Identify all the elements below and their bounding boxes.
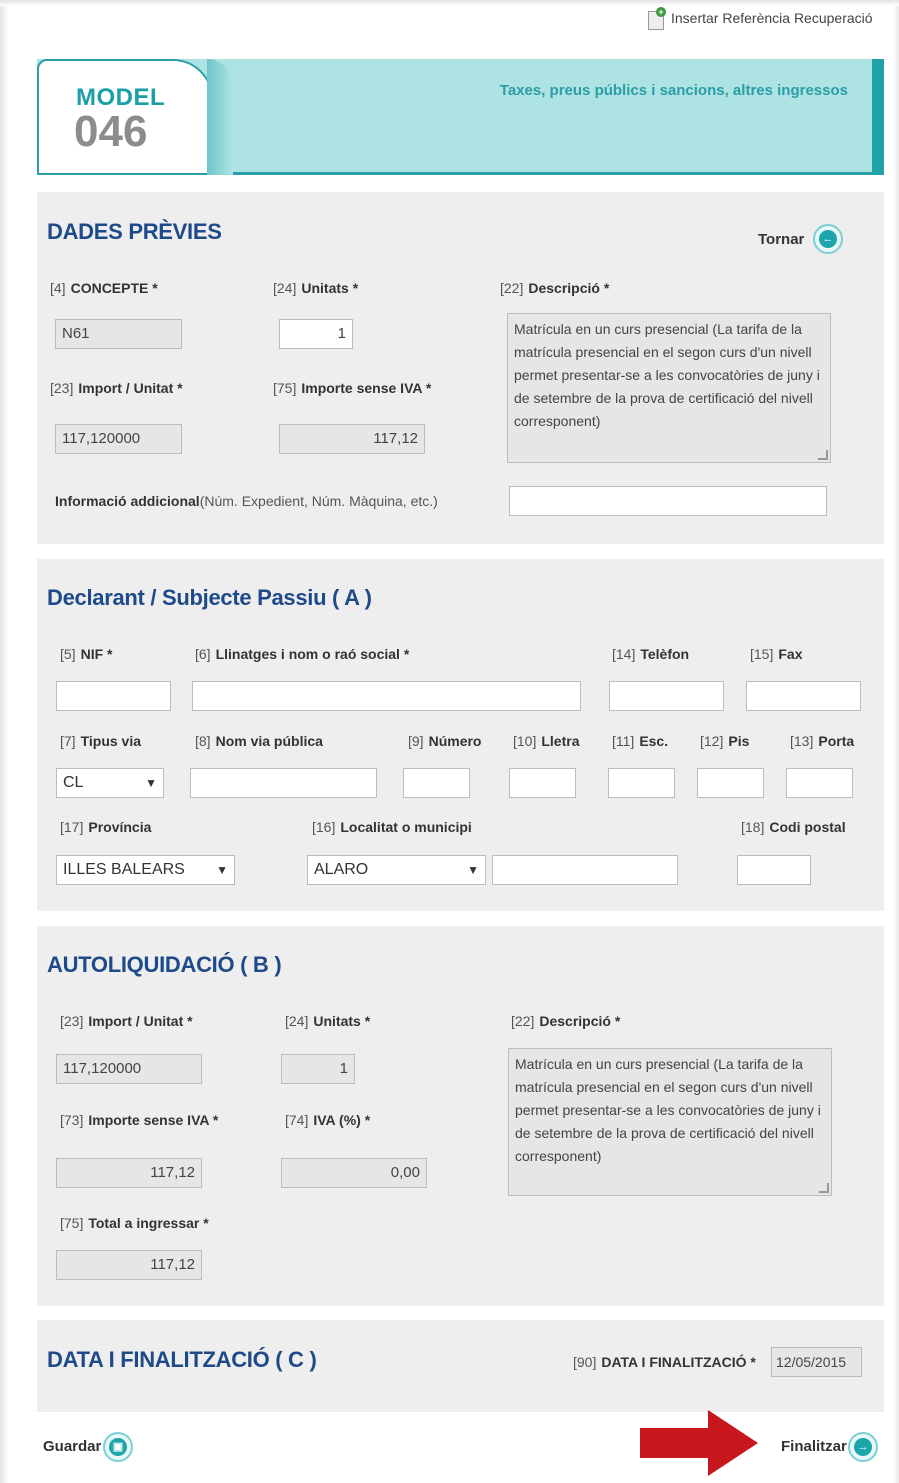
lletra-field[interactable] [509,768,576,798]
tipus-via-select[interactable]: CL ▼ [56,768,164,798]
back-button-label[interactable]: Tornar [758,231,804,248]
info-addicional-field[interactable] [509,486,827,516]
unitats-label: [24] Unitats * [273,280,359,296]
insert-reference-label: Insertar Referència Recuperació [671,10,873,26]
nif-label: [5] NIF * [60,646,113,662]
auto-importe-sense-iva-label: [73] Importe sense IVA * [60,1112,219,1128]
autoliquidacio-title: AUTOLIQUIDACIÓ ( B ) [47,952,282,977]
esc-field[interactable] [608,768,675,798]
model-number: 046 [74,107,148,156]
tipus-via-value: CL [63,774,84,791]
nom-via-label: [8] Nom via pública [195,733,323,749]
localitat-extra-field[interactable] [492,855,678,885]
declarant-title: Declarant / Subjecte Passiu ( A ) [47,585,372,610]
back-button[interactable]: ← [813,224,843,254]
telefon-field[interactable] [609,681,724,711]
llinatges-label: [6] Llinatges i nom o raó social * [195,646,410,662]
dropdown-arrow-icon: ▼ [216,863,228,877]
resize-grip-icon[interactable] [818,450,828,460]
document-pin-icon: + [648,7,666,30]
llinatges-field[interactable] [192,681,581,711]
insert-reference-link[interactable]: + Insertar Referència Recuperació [648,6,873,30]
total-field[interactable]: 117,12 [56,1250,202,1280]
importe-sense-iva-field[interactable]: 117,12 [279,424,425,454]
pis-label: [12] Pis [700,733,750,749]
red-arrow-icon [640,1410,758,1476]
pis-field[interactable] [697,768,764,798]
concepte-field[interactable]: N61 [55,319,182,349]
porta-label: [13] Porta [790,733,855,749]
auto-importe-sense-iva-field[interactable]: 117,12 [56,1158,202,1188]
back-arrow-icon: ← [819,230,837,248]
auto-descripcio-textarea[interactable]: Matrícula en un curs presencial (La tari… [508,1048,832,1196]
nom-via-field[interactable] [190,768,377,798]
provincia-value: ILLES BALEARS [63,861,185,878]
iva-field[interactable]: 0,00 [281,1158,427,1188]
info-addicional-label: Informació addicional(Núm. Expedient, Nú… [55,493,438,509]
concepte-label: [4] CONCEPTE * [50,280,158,296]
finish-exit-icon: → [854,1438,872,1456]
resize-grip-icon[interactable] [819,1183,829,1193]
auto-import-unitat-field[interactable]: 117,120000 [56,1054,202,1084]
save-disk-icon: ▣ [109,1438,127,1456]
auto-descripcio-text: Matrícula en un curs presencial (La tari… [515,1056,821,1164]
import-unitat-label: [23] Import / Unitat * [50,380,183,396]
auto-import-unitat-label: [23] Import / Unitat * [60,1013,193,1029]
fax-label: [15] Fax [750,646,803,662]
tipus-via-label: [7] Tipus via [60,733,142,749]
dropdown-arrow-icon: ▼ [145,776,157,790]
finalitzacio-title: DATA I FINALITZACIÓ ( C ) [47,1347,317,1372]
descripcio-label: [22] Descripció * [500,280,610,296]
auto-unitats-label: [24] Unitats * [285,1013,371,1029]
data-finalitzacio-label: [90] DATA I FINALITZACIÓ * [573,1354,756,1370]
telefon-label: [14] Telèfon [612,646,690,662]
save-button-label[interactable]: Guardar [43,1438,101,1455]
unitats-field[interactable]: 1 [279,319,353,349]
import-unitat-field[interactable]: 117,120000 [55,424,182,454]
lletra-label: [10] Lletra [513,733,580,749]
dades-previes-title: DADES PRÈVIES [47,219,222,244]
provincia-select[interactable]: ILLES BALEARS ▼ [56,855,235,885]
porta-field[interactable] [786,768,853,798]
save-button[interactable]: ▣ [103,1432,133,1462]
auto-unitats-field[interactable]: 1 [281,1054,355,1084]
header-title: Taxes, preus públics i sancions, altres … [499,82,848,99]
esc-label: [11] Esc. [612,733,669,749]
iva-label: [74] IVA (%) * [285,1112,371,1128]
codi-postal-field[interactable] [737,855,811,885]
descripcio-textarea[interactable]: Matrícula en un curs presencial (La tari… [507,313,831,463]
data-finalitzacio-field[interactable]: 12/05/2015 [771,1347,862,1377]
page: + Insertar Referència Recuperació MODEL … [0,0,899,1483]
auto-descripcio-label: [22] Descripció * [511,1013,621,1029]
finish-button[interactable]: → [848,1432,878,1462]
descripcio-text: Matrícula en un curs presencial (La tari… [514,321,820,429]
localitat-label: [16] Localitat o municipi [312,819,472,835]
finish-button-label[interactable]: Finalitzar [781,1438,847,1455]
localitat-value: ALARO [314,861,369,878]
codi-postal-label: [18] Codi postal [741,819,846,835]
fax-field[interactable] [746,681,861,711]
numero-field[interactable] [403,768,470,798]
left-edge-shadow [0,0,8,1483]
numero-label: [9] Número [408,733,482,749]
importe-sense-iva-label: [75] Importe sense IVA * [273,380,432,396]
right-edge-shadow [893,0,899,1483]
localitat-select[interactable]: ALARO ▼ [307,855,486,885]
dropdown-arrow-icon: ▼ [467,863,479,877]
nif-field[interactable] [56,681,171,711]
provincia-label: [17] Província [60,819,152,835]
total-label: [75] Total a ingressar * [60,1215,209,1231]
